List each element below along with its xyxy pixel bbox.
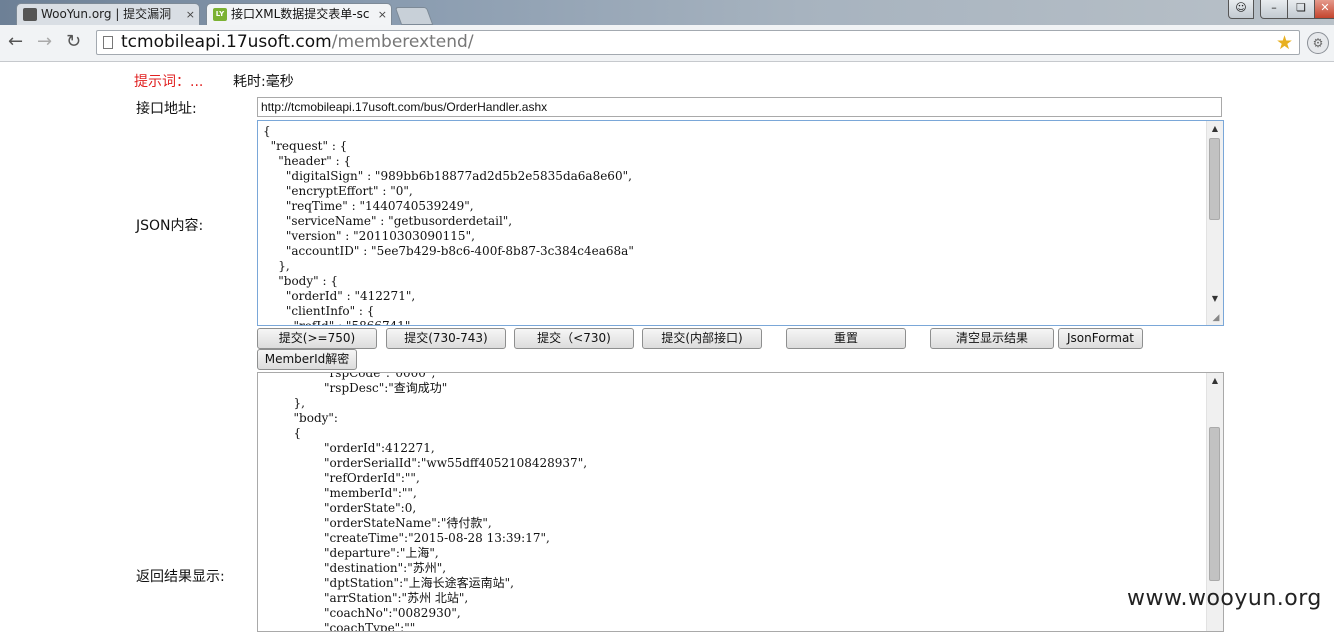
code-line: "rspDesc":"查询成功" bbox=[263, 381, 448, 395]
code-line: "refOrderId":"", bbox=[263, 471, 420, 485]
submit-730-743-button[interactable]: 提交(730-743) bbox=[386, 328, 506, 349]
minimize-button[interactable]: – bbox=[1260, 0, 1288, 19]
tab-wooyun[interactable]: WooYun.org | 提交漏洞 × bbox=[16, 3, 200, 25]
url-host: tcmobileapi.17usoft.com bbox=[121, 32, 332, 52]
code-line: "body": bbox=[263, 411, 338, 425]
url-text[interactable]: tcmobileapi.17usoft.com/memberextend/ bbox=[121, 31, 474, 54]
close-window-button[interactable]: ✕ bbox=[1314, 0, 1334, 19]
json-label: JSON内容: bbox=[136, 218, 204, 234]
timing-label: 耗时:毫秒 bbox=[233, 74, 294, 90]
reload-icon[interactable]: ↻ bbox=[66, 31, 81, 53]
submit-750-button[interactable]: 提交(>=750) bbox=[257, 328, 377, 349]
result-label: 返回结果显示: bbox=[136, 569, 225, 585]
memberid-decrypt-button[interactable]: MemberId解密 bbox=[257, 349, 357, 370]
url-path: /memberextend/ bbox=[331, 32, 474, 52]
page-content: 提示词：... 耗时:毫秒 接口地址: http://tcmobileapi.1… bbox=[0, 62, 1334, 632]
code-line: "digitalSign" : "989bb6b18877ad2d5b2e583… bbox=[263, 169, 632, 183]
code-line: "encryptEffort" : "0", bbox=[263, 184, 413, 198]
close-icon[interactable]: × bbox=[378, 4, 387, 25]
forward-arrow-icon[interactable]: → bbox=[37, 31, 52, 53]
json-format-button[interactable]: JsonFormat bbox=[1058, 328, 1143, 349]
code-line: "memberId":"", bbox=[263, 486, 417, 500]
tab-xml-form[interactable]: LY 接口XML数据提交表单-sc × bbox=[206, 3, 392, 25]
user-icon[interactable]: ☺ bbox=[1228, 0, 1254, 19]
scroll-thumb[interactable] bbox=[1209, 427, 1220, 581]
json-scrollbar[interactable]: ▲ ▼ bbox=[1206, 121, 1223, 325]
code-line: "version" : "20110303090115", bbox=[263, 229, 475, 243]
code-line: "destination":"苏州", bbox=[263, 561, 447, 575]
code-line: "dptStation":"上海长途客运南站", bbox=[263, 576, 514, 590]
scroll-down-icon[interactable]: ▼ bbox=[1207, 291, 1223, 307]
json-textarea[interactable]: { "request" : { "header" : { "digitalSig… bbox=[257, 120, 1224, 326]
code-line: "orderStateName":"待付款", bbox=[263, 516, 492, 530]
scroll-up-icon[interactable]: ▲ bbox=[1207, 373, 1223, 389]
code-line: }, bbox=[263, 396, 305, 410]
code-line: "orderId":412271, bbox=[263, 441, 435, 455]
watermark: www.wooyun.org bbox=[1127, 586, 1322, 611]
hint-label: 提示词：... bbox=[134, 74, 204, 90]
result-textarea[interactable]: "rspCode":"0000", "rspDesc":"查询成功" }, "b… bbox=[257, 372, 1224, 632]
scroll-up-icon[interactable]: ▲ bbox=[1207, 121, 1223, 137]
code-line: { bbox=[263, 124, 271, 138]
tab-title: WooYun.org | 提交漏洞 bbox=[41, 7, 172, 21]
endpoint-label: 接口地址: bbox=[136, 101, 197, 117]
code-line: "serviceName" : "getbusorderdetail", bbox=[263, 214, 513, 228]
code-line: "createTime":"2015-08-28 13:39:17", bbox=[263, 531, 550, 545]
code-line: "orderSerialId":"ww55dff4052108428937", bbox=[263, 456, 588, 470]
back-arrow-icon[interactable]: ← bbox=[8, 31, 23, 53]
result-content: "rspCode":"0000", "rspDesc":"查询成功" }, "b… bbox=[263, 372, 588, 632]
code-line: { bbox=[263, 426, 302, 440]
bookmark-star-icon[interactable]: ★ bbox=[1276, 32, 1293, 54]
code-line: "departure":"上海", bbox=[263, 546, 439, 560]
browser-toolbar: ← → ↻ tcmobileapi.17usoft.com/memberexte… bbox=[0, 25, 1334, 62]
code-line: "coachNo":"0082930", bbox=[263, 606, 461, 620]
code-line: "header" : { bbox=[263, 154, 352, 168]
close-icon[interactable]: × bbox=[186, 4, 195, 25]
code-line: "orderState":0, bbox=[263, 501, 417, 515]
ly-icon: LY bbox=[213, 8, 227, 21]
code-line: "body" : { bbox=[263, 274, 338, 288]
code-line: "clientInfo" : { bbox=[263, 304, 375, 318]
settings-wrench-icon[interactable]: ⚙ bbox=[1307, 32, 1329, 54]
submit-internal-button[interactable]: 提交(内部接口) bbox=[642, 328, 762, 349]
reset-button[interactable]: 重置 bbox=[786, 328, 906, 349]
address-bar[interactable]: tcmobileapi.17usoft.com/memberextend/ ★ bbox=[96, 30, 1300, 55]
new-tab-button[interactable] bbox=[394, 7, 434, 25]
code-line: }, bbox=[263, 259, 290, 273]
code-line: "arrStation":"苏州 北站", bbox=[263, 591, 469, 605]
wooyun-icon bbox=[23, 8, 37, 21]
code-line: "refId" : "5866741" bbox=[263, 319, 411, 326]
tab-title: 接口XML数据提交表单-sc bbox=[231, 7, 370, 21]
code-line: "orderId" : "412271", bbox=[263, 289, 416, 303]
maximize-button[interactable]: ❏ bbox=[1287, 0, 1315, 19]
code-line: "rspCode":"0000", bbox=[263, 372, 436, 380]
code-line: "coachType":"" bbox=[263, 621, 416, 632]
submit-lt730-button[interactable]: 提交（<730) bbox=[514, 328, 634, 349]
code-line: "accountID" : "5ee7b429-b8c6-400f-8b87-3… bbox=[263, 244, 634, 258]
page-icon bbox=[103, 36, 113, 49]
code-line: "reqTime" : "1440740539249", bbox=[263, 199, 474, 213]
tab-strip: WooYun.org | 提交漏洞 × LY 接口XML数据提交表单-sc × … bbox=[0, 0, 1334, 25]
scroll-thumb[interactable] bbox=[1209, 138, 1220, 220]
clear-result-button[interactable]: 清空显示结果 bbox=[930, 328, 1054, 349]
endpoint-input[interactable]: http://tcmobileapi.17usoft.com/bus/Order… bbox=[257, 97, 1222, 117]
json-content: { "request" : { "header" : { "digitalSig… bbox=[263, 124, 634, 326]
code-line: "request" : { bbox=[263, 139, 348, 153]
resize-grip-icon[interactable]: ◢ bbox=[1210, 312, 1222, 324]
